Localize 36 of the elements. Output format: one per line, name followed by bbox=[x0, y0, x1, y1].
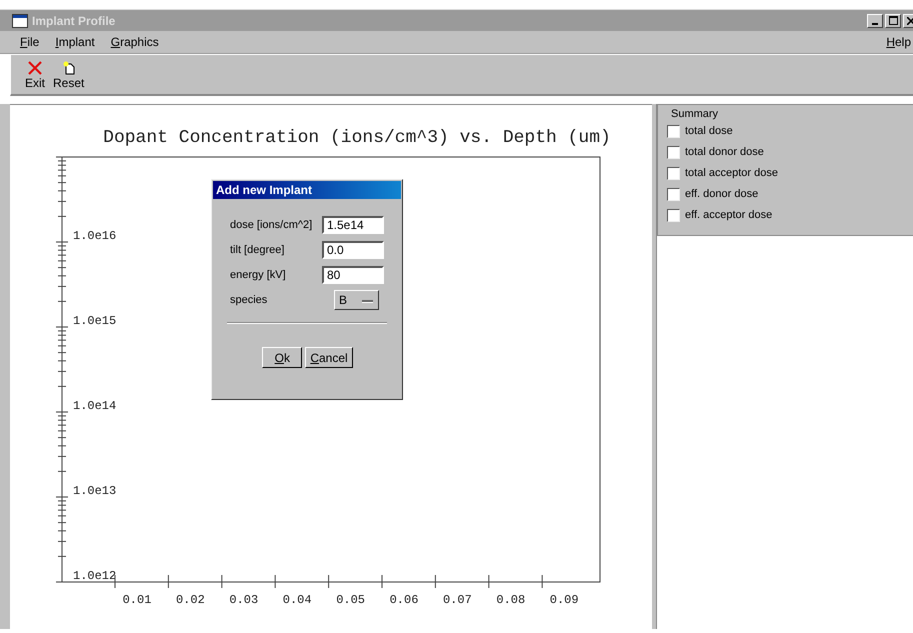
dialog-button[interactable]: Ok bbox=[262, 347, 302, 368]
dialog-title: Add new Implant bbox=[213, 181, 401, 199]
input-field[interactable]: 1.5e14 bbox=[322, 216, 384, 234]
menu-item[interactable]: File bbox=[20, 35, 40, 49]
maximize-button[interactable] bbox=[885, 14, 901, 28]
checkbox-label[interactable]: total acceptor dose bbox=[685, 167, 778, 179]
minimize-icon bbox=[872, 22, 878, 24]
close-icon bbox=[907, 16, 913, 24]
checkbox[interactable] bbox=[667, 188, 680, 200]
field-label: energy [kV] bbox=[230, 268, 287, 280]
minimize-button[interactable] bbox=[867, 14, 883, 28]
dialog-button[interactable]: Cancel bbox=[305, 347, 353, 368]
exit-button[interactable]: Exit bbox=[23, 61, 48, 90]
field-label: tilt [degree] bbox=[230, 244, 286, 256]
menu-item[interactable]: Implant bbox=[55, 35, 95, 49]
input-field[interactable]: 0.0 bbox=[322, 240, 384, 258]
maximize-icon bbox=[888, 16, 898, 25]
input-field[interactable]: 80 bbox=[322, 266, 384, 284]
checkbox-label[interactable]: total dose bbox=[685, 125, 733, 137]
window-icon bbox=[12, 14, 28, 28]
checkbox[interactable] bbox=[667, 166, 680, 180]
menu-item[interactable]: Help bbox=[886, 35, 911, 49]
field-label: dose [ions/cm^2] bbox=[230, 218, 314, 230]
cross-icon bbox=[28, 61, 42, 75]
checkbox-label[interactable]: total donor dose bbox=[685, 146, 764, 158]
checkbox[interactable] bbox=[667, 208, 680, 222]
species-dropdown[interactable]: B bbox=[334, 290, 379, 310]
checkbox[interactable] bbox=[667, 146, 680, 158]
checkbox[interactable] bbox=[667, 124, 680, 138]
menu-item[interactable]: Graphics bbox=[110, 35, 159, 49]
reset-button[interactable]: Reset bbox=[51, 61, 86, 90]
checkbox-label[interactable]: eff. acceptor dose bbox=[685, 209, 772, 221]
field-label: species bbox=[230, 294, 268, 306]
new-page-icon bbox=[62, 61, 76, 75]
checkbox-label[interactable]: eff. donor dose bbox=[685, 188, 758, 200]
window-title: Implant Profile bbox=[32, 14, 116, 28]
